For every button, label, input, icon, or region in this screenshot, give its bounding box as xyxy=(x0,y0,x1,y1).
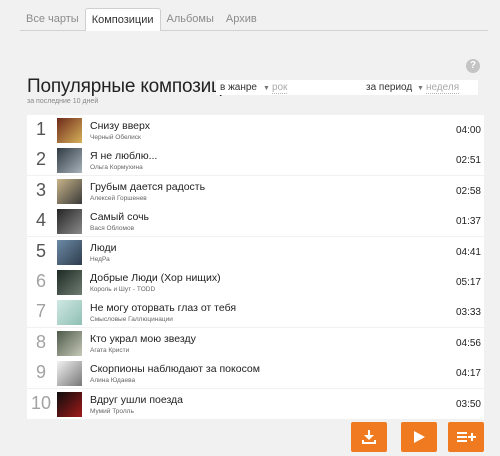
genre-label: в жанре xyxy=(220,82,257,93)
track-rank: 9 xyxy=(35,362,46,383)
track-artist[interactable]: НедРа xyxy=(90,256,110,263)
track-row[interactable]: 5 Люди НедРа 04:41 xyxy=(27,236,484,267)
period-value: неделя xyxy=(425,82,460,94)
track-rank: 10 xyxy=(30,392,52,413)
track-row[interactable]: 4 Самый сочь Вася Обломов 01:37 xyxy=(27,206,484,237)
album-cover[interactable] xyxy=(57,300,82,326)
track-artist[interactable]: Черный Обелиск xyxy=(90,134,141,141)
page-subtitle: за последние 10 дней xyxy=(27,98,99,105)
album-cover[interactable] xyxy=(57,361,82,387)
tab-all-charts[interactable]: Все чарты xyxy=(20,8,85,30)
album-cover[interactable] xyxy=(57,391,82,417)
genre-select[interactable]: ▼ рок xyxy=(263,82,288,94)
track-title[interactable]: Я не люблю... xyxy=(90,150,157,162)
tab-archive[interactable]: Архив xyxy=(220,8,263,30)
genre-value: рок xyxy=(271,82,288,94)
track-title[interactable]: Снизу вверх xyxy=(90,120,150,132)
track-duration: 02:51 xyxy=(455,155,481,167)
track-title[interactable]: Добрые Люди (Хор нищих) xyxy=(90,272,221,284)
page-title: Популярные композиции xyxy=(27,76,243,97)
track-rank: 5 xyxy=(35,240,46,261)
track-artist[interactable]: Мумий Тролль xyxy=(90,408,134,415)
track-rank: 3 xyxy=(35,179,46,200)
track-title[interactable]: Грубым дается радость xyxy=(90,181,205,193)
help-icon[interactable]: ? xyxy=(466,59,480,73)
play-button[interactable] xyxy=(401,422,437,452)
track-title[interactable]: Самый сочь xyxy=(90,211,149,223)
track-row[interactable]: 2 Я не люблю... Ольга Кормухина 02:51 xyxy=(27,145,484,176)
download-icon xyxy=(362,430,376,444)
chevron-down-icon: ▼ xyxy=(263,85,270,92)
track-rank: 6 xyxy=(35,270,46,291)
tab-albums[interactable]: Альбомы xyxy=(161,8,220,30)
track-title[interactable]: Люди xyxy=(90,242,117,254)
track-rank: 8 xyxy=(35,331,46,352)
track-duration: 04:41 xyxy=(455,246,481,258)
tab-compositions[interactable]: Композиции xyxy=(84,8,161,31)
track-rank: 1 xyxy=(35,119,46,139)
track-artist[interactable]: Вася Обломов xyxy=(90,225,134,232)
album-cover[interactable] xyxy=(57,178,82,204)
album-cover[interactable] xyxy=(57,269,82,295)
period-select[interactable]: ▼ неделя xyxy=(417,82,460,94)
track-duration: 04:56 xyxy=(455,337,481,349)
track-artist[interactable]: Алексей Горшенев xyxy=(90,195,147,202)
track-row[interactable]: 10 Вдруг ушли поезда Мумий Тролль 03:50 xyxy=(27,388,484,419)
track-artist[interactable]: Король и Шут - TODD xyxy=(90,286,155,293)
track-rank: 7 xyxy=(35,301,46,322)
track-duration: 01:37 xyxy=(455,216,481,228)
album-cover[interactable] xyxy=(57,148,82,174)
track-artist[interactable]: Смысловые Галлюцинации xyxy=(90,316,173,323)
add-to-playlist-icon xyxy=(457,432,476,442)
album-cover[interactable] xyxy=(57,209,82,235)
track-duration: 03:50 xyxy=(455,398,481,410)
chevron-down-icon: ▼ xyxy=(417,85,424,92)
chart-tabs: Все чарты Композиции Альбомы Архив xyxy=(20,8,263,31)
filters-bar: в жанре ▼ рок за период ▼ неделя xyxy=(216,80,478,95)
track-title[interactable]: Скорпионы наблюдают за покосом xyxy=(90,363,260,375)
track-row[interactable]: 8 Кто украл мою звезду Агата Кристи 04:56 xyxy=(27,327,484,358)
track-rank: 2 xyxy=(35,149,46,170)
track-duration: 04:17 xyxy=(455,368,481,380)
track-title[interactable]: Не могу оторвать глаз от тебя xyxy=(90,302,236,314)
add-to-playlist-button[interactable] xyxy=(448,422,484,452)
download-button[interactable] xyxy=(351,422,387,452)
track-row[interactable]: 6 Добрые Люди (Хор нищих) Король и Шут - T… xyxy=(27,266,484,297)
track-row[interactable]: 1 Снизу вверх Черный Обелиск 04:00 xyxy=(27,115,484,145)
track-duration: 04:00 xyxy=(455,125,481,136)
album-cover[interactable] xyxy=(57,118,82,143)
track-row[interactable]: 9 Скорпионы наблюдают за покосом Алина Юда… xyxy=(27,358,484,389)
track-row[interactable]: 7 Не могу оторвать глаз от тебя Смысловые … xyxy=(27,297,484,328)
track-artist[interactable]: Алина Юдаева xyxy=(90,377,135,384)
track-row[interactable]: 3 Грубым дается радость Алексей Горшенев 02… xyxy=(27,175,484,206)
period-label: за период xyxy=(366,82,413,93)
album-cover[interactable] xyxy=(57,239,82,265)
track-artist[interactable]: Агата Кристи xyxy=(90,347,129,354)
track-duration: 05:17 xyxy=(455,276,481,288)
track-title[interactable]: Вдруг ушли поезда xyxy=(90,394,183,406)
album-cover[interactable] xyxy=(57,330,82,356)
track-title[interactable]: Кто украл мою звезду xyxy=(90,333,196,345)
track-rank: 4 xyxy=(35,210,46,231)
track-artist[interactable]: Ольга Кормухина xyxy=(90,164,143,171)
play-icon xyxy=(414,431,425,443)
track-list: 1 Снизу вверх Черный Обелиск 04:00 2 Я не люб… xyxy=(27,115,484,419)
track-duration: 02:58 xyxy=(455,185,481,197)
track-duration: 03:33 xyxy=(455,307,481,319)
